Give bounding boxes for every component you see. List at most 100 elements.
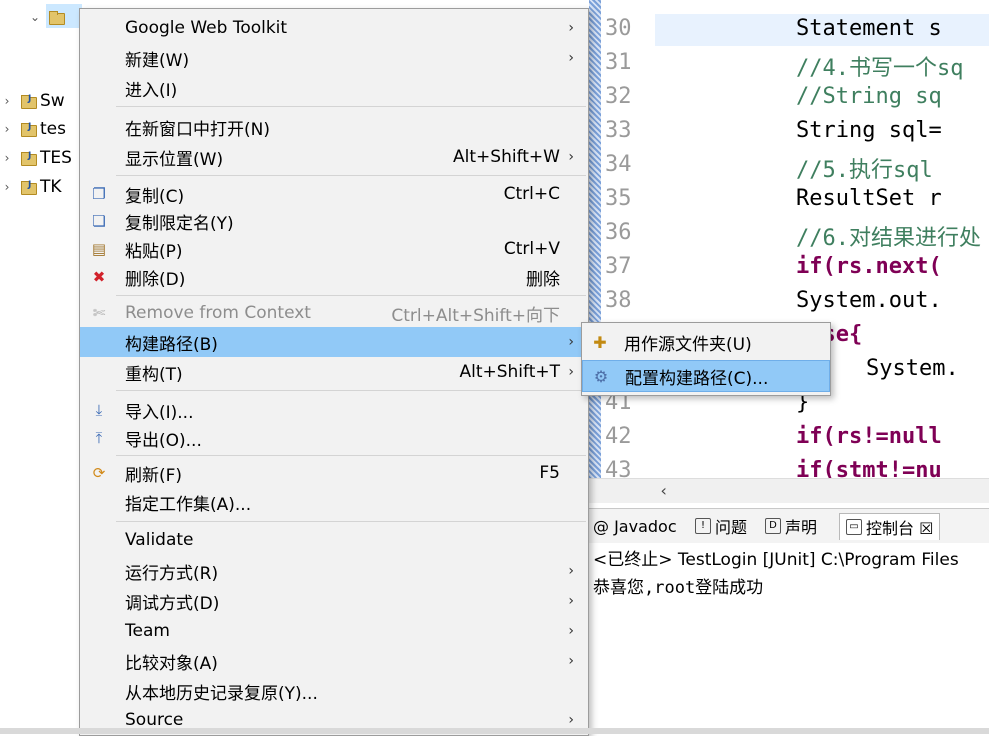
menu-item-configure-build-path[interactable]: ⚙ 配置构建路径(C)... bbox=[582, 360, 830, 392]
menu-item-label: 用作源文件夹(U) bbox=[624, 334, 752, 355]
code-line: ResultSet r bbox=[796, 186, 942, 211]
menu-item-use-as-source-folder[interactable]: ✚ 用作源文件夹(U) bbox=[582, 326, 830, 358]
menu-item-label: 粘贴(P) bbox=[125, 241, 183, 262]
menu-item-copy[interactable]: ❐ 复制(C) Ctrl+C bbox=[80, 179, 588, 209]
chevron-right-icon[interactable]: › bbox=[0, 151, 14, 165]
menu-item-label: 删除(D) bbox=[125, 269, 186, 290]
submenu-arrow-icon: › bbox=[568, 593, 574, 609]
tab-label: 声明 bbox=[785, 518, 818, 537]
tab-javadoc[interactable]: @ Javadoc bbox=[593, 513, 677, 539]
line-number: 42 bbox=[605, 424, 632, 449]
chevron-right-icon[interactable]: › bbox=[0, 94, 14, 108]
java-project-icon: J bbox=[20, 122, 37, 137]
code-line-keyword: if(rs!=null bbox=[796, 424, 942, 449]
menu-item-label: 刷新(F) bbox=[125, 465, 183, 486]
tab-label: 控制台 ☒ bbox=[866, 519, 934, 538]
line-number: 31 bbox=[605, 50, 632, 75]
menu-item-new[interactable]: 新建(W) › bbox=[80, 43, 588, 73]
menu-item-open-in-new-window[interactable]: 在新窗口中打开(N) bbox=[80, 112, 588, 142]
menu-item-shortcut: Alt+Shift+T bbox=[459, 362, 560, 382]
source-folder-icon: ✚ bbox=[593, 332, 607, 352]
tree-row-expanded-project[interactable]: ⌄ bbox=[0, 4, 68, 30]
code-editor[interactable]: 30 31 32 33 34 35 36 37 38 39 40 41 42 4… bbox=[589, 0, 989, 503]
menu-item-label: 复制(C) bbox=[125, 186, 185, 207]
copy-qualified-name-icon: ❏ bbox=[92, 212, 106, 230]
line-number: 30 bbox=[605, 16, 632, 41]
submenu-arrow-icon: › bbox=[568, 712, 574, 728]
menu-item-shortcut: Ctrl+Alt+Shift+向下 bbox=[391, 305, 560, 326]
tree-item-project-3[interactable]: › J TES bbox=[0, 145, 72, 171]
submenu-arrow-icon: › bbox=[568, 50, 574, 66]
copy-icon: ❐ bbox=[92, 185, 106, 203]
menu-item-label: 配置构建路径(C)... bbox=[625, 368, 769, 389]
tree-item-label: TES bbox=[40, 148, 72, 168]
chevron-down-icon[interactable]: ⌄ bbox=[28, 10, 42, 24]
menu-item-restore-from-local-history[interactable]: 从本地历史记录复原(Y)... bbox=[80, 676, 588, 706]
menu-item-debug-as[interactable]: 调试方式(D) › bbox=[80, 586, 588, 616]
menu-item-label: 运行方式(R) bbox=[125, 563, 219, 584]
menu-separator bbox=[116, 521, 586, 522]
problems-icon: ! bbox=[695, 518, 711, 534]
tree-item-project-2[interactable]: › J tes bbox=[0, 116, 66, 142]
menu-item-show-in[interactable]: 显示位置(W) Alt+Shift+W › bbox=[80, 142, 588, 172]
editor-ruler bbox=[589, 0, 601, 478]
java-project-icon: J bbox=[20, 151, 37, 166]
submenu-arrow-icon: › bbox=[568, 563, 574, 579]
java-project-icon: J bbox=[20, 180, 37, 195]
submenu-arrow-icon: › bbox=[568, 653, 574, 669]
console-tab-bar: @ Javadoc ! 问题 D 声明 ▭ 控制台 ☒ bbox=[589, 508, 989, 544]
menu-item-label: Team bbox=[125, 621, 170, 641]
menu-item-run-as[interactable]: 运行方式(R) › bbox=[80, 556, 588, 586]
menu-item-label: 构建路径(B) bbox=[125, 334, 218, 355]
menu-item-google-web-toolkit[interactable]: Google Web Toolkit › bbox=[80, 13, 588, 43]
menu-item-label: Source bbox=[125, 710, 184, 730]
menu-item-refactor[interactable]: 重构(T) Alt+Shift+T › bbox=[80, 357, 588, 387]
chevron-right-icon[interactable]: › bbox=[0, 122, 14, 136]
tree-item-project-4[interactable]: › J TK bbox=[0, 174, 62, 200]
menu-item-import[interactable]: ⤓ 导入(I)... bbox=[80, 395, 588, 425]
export-icon: ⤒ bbox=[95, 429, 103, 447]
code-line: Statement s bbox=[796, 16, 942, 41]
menu-item-label: 导入(I)... bbox=[125, 402, 194, 423]
code-line-keyword: if(rs.next( bbox=[796, 254, 942, 279]
horizontal-scrollbar[interactable]: ‹ bbox=[589, 478, 989, 503]
menu-item-export[interactable]: ⤒ 导出(O)... bbox=[80, 423, 588, 453]
submenu-arrow-icon: › bbox=[568, 20, 574, 36]
menu-item-label: 导出(O)... bbox=[125, 430, 202, 451]
menu-item-compare-with[interactable]: 比较对象(A) › bbox=[80, 646, 588, 676]
tree-item-project-1[interactable]: › J Sw bbox=[0, 88, 65, 114]
scroll-left-icon[interactable]: ‹ bbox=[659, 481, 669, 500]
menu-item-label: 显示位置(W) bbox=[125, 149, 224, 170]
line-number: 35 bbox=[605, 186, 632, 211]
menu-item-shortcut: 删除 bbox=[526, 269, 560, 290]
console-output-area[interactable]: <已终止> TestLogin [JUnit] C:\Program Files… bbox=[589, 543, 989, 734]
menu-item-assign-working-sets[interactable]: 指定工作集(A)... bbox=[80, 487, 588, 517]
menu-item-delete[interactable]: ✖ 删除(D) 删除 bbox=[80, 262, 588, 292]
menu-item-refresh[interactable]: ⟳ 刷新(F) F5 bbox=[80, 458, 588, 488]
menu-item-paste[interactable]: ▤ 粘贴(P) Ctrl+V bbox=[80, 234, 588, 264]
menu-item-label: 指定工作集(A)... bbox=[125, 494, 252, 515]
menu-item-go-into[interactable]: 进入(I) bbox=[80, 73, 588, 103]
console-icon: ▭ bbox=[846, 519, 862, 535]
submenu-arrow-icon: › bbox=[568, 149, 574, 165]
menu-item-label: 重构(T) bbox=[125, 364, 183, 385]
code-line-comment: //String sq bbox=[796, 84, 942, 109]
line-number: 34 bbox=[605, 152, 632, 177]
menu-separator bbox=[116, 455, 586, 456]
tab-problems[interactable]: ! 问题 bbox=[695, 513, 747, 539]
menu-item-validate[interactable]: Validate bbox=[80, 525, 588, 555]
tab-console[interactable]: ▭ 控制台 ☒ bbox=[839, 513, 941, 540]
menu-separator bbox=[116, 390, 586, 391]
build-path-submenu: ✚ 用作源文件夹(U) ⚙ 配置构建路径(C)... bbox=[581, 322, 831, 396]
menu-item-build-path[interactable]: 构建路径(B) › bbox=[80, 327, 588, 357]
tab-declaration[interactable]: D 声明 bbox=[765, 513, 817, 539]
menu-item-team[interactable]: Team › bbox=[80, 616, 588, 646]
menu-item-label: Google Web Toolkit bbox=[125, 18, 288, 38]
chevron-right-icon[interactable]: › bbox=[0, 180, 14, 194]
menu-item-shortcut: Ctrl+C bbox=[503, 184, 560, 204]
folder-icon bbox=[48, 10, 65, 25]
code-line: System.out. bbox=[796, 288, 942, 313]
menu-item-label: Validate bbox=[125, 530, 194, 550]
menu-item-copy-qualified-name[interactable]: ❏ 复制限定名(Y) bbox=[80, 206, 588, 236]
menu-item-label: 复制限定名(Y) bbox=[125, 213, 234, 234]
